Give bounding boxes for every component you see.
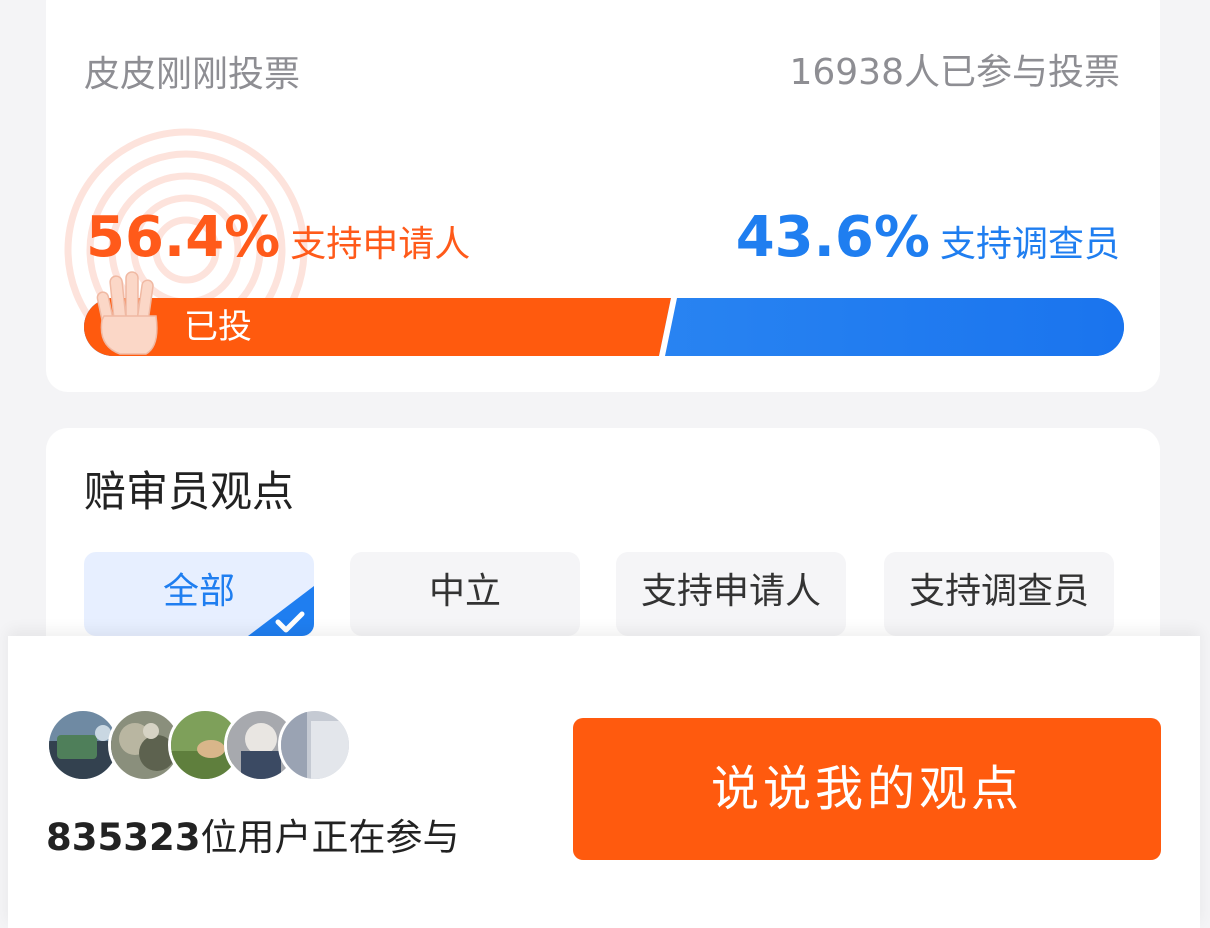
check-icon bbox=[248, 586, 314, 636]
tab-neutral[interactable]: 中立 bbox=[350, 552, 580, 636]
tab-support-applicant[interactable]: 支持申请人 bbox=[616, 552, 846, 636]
tab-support-investigator-label: 支持调查员 bbox=[908, 571, 1089, 612]
investigator-summary: 43.6% 支持调查员 bbox=[736, 208, 1120, 281]
vote-title: 皮皮刚刚投票 bbox=[84, 54, 301, 95]
investigator-label: 支持调查员 bbox=[939, 224, 1120, 265]
voted-label: 已投 bbox=[184, 307, 252, 347]
share-opinion-button[interactable]: 说说我的观点 bbox=[573, 718, 1161, 860]
vote-participant-count: 16938人已参与投票 bbox=[789, 52, 1120, 93]
investigator-percent: 43.6% bbox=[735, 205, 930, 270]
participants-text: 835323位用户正在参与 bbox=[46, 816, 459, 860]
applicant-label: 支持申请人 bbox=[290, 224, 471, 265]
participants-suffix: 位用户正在参与 bbox=[200, 816, 460, 859]
tab-support-investigator[interactable]: 支持调查员 bbox=[884, 552, 1114, 636]
tab-neutral-label: 中立 bbox=[428, 571, 501, 612]
vote-card: 皮皮刚刚投票 16938人已参与投票 56.4% 支持申请人 43.6% 支持调查员 bbox=[46, 0, 1160, 392]
tab-support-applicant-label: 支持申请人 bbox=[640, 571, 821, 612]
opinions-title: 赔审员观点 bbox=[84, 467, 295, 516]
participants-number: 835323 bbox=[46, 816, 201, 859]
bottom-action-bar: 835323位用户正在参与 说说我的观点 bbox=[8, 636, 1200, 928]
hand-icon bbox=[96, 271, 158, 355]
applicant-bar-segment bbox=[84, 298, 671, 356]
avatar bbox=[278, 708, 352, 782]
tab-all-label: 全部 bbox=[162, 571, 235, 612]
tab-all[interactable]: 全部 bbox=[84, 552, 314, 636]
